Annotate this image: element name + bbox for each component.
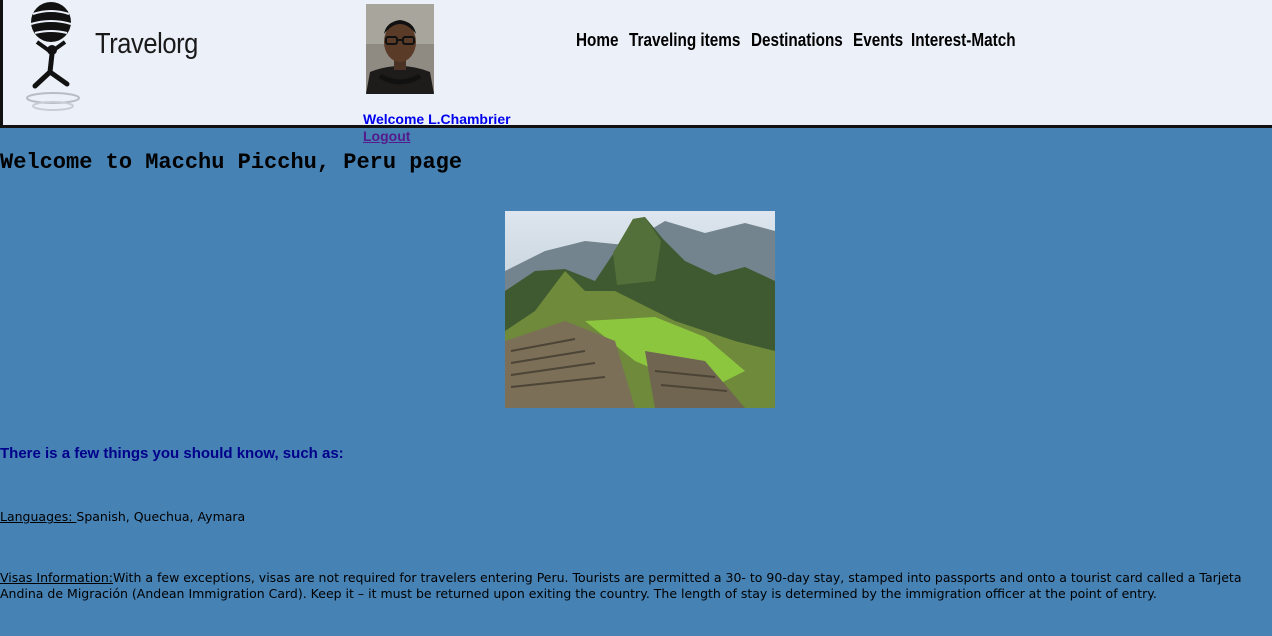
visas-label: Visas Information: — [0, 570, 113, 585]
info-subheading: There is a few things you should know, s… — [0, 445, 344, 462]
user-avatar[interactable] — [366, 4, 434, 94]
visas-text: With a few exceptions, visas are not req… — [0, 570, 1242, 601]
machu-picchu-photo — [505, 211, 775, 408]
nav-destinations[interactable]: Destinations — [751, 30, 843, 51]
nav-traveling-items[interactable]: Traveling items — [629, 30, 740, 51]
nav-interest-match[interactable]: Interest-Match — [911, 30, 1016, 51]
languages-text: Spanish, Quechua, Aymara — [76, 509, 246, 524]
site-logo-text[interactable]: Travelorg — [95, 28, 198, 61]
atlas-globe-icon[interactable] — [19, 0, 89, 118]
main-nav: Home Traveling items Destinations Events… — [576, 30, 1016, 51]
site-header: Travelorg Home Traveling items Destinati… — [0, 0, 1272, 128]
languages-label: Languages: — [0, 509, 77, 524]
nav-home[interactable]: Home — [576, 30, 619, 51]
logout-link[interactable]: Logout — [363, 128, 410, 144]
welcome-user-link[interactable]: Welcome L.Chambrier — [363, 111, 511, 127]
nav-events[interactable]: Events — [853, 30, 903, 51]
languages-info: Languages: Spanish, Quechua, Aymara — [0, 509, 245, 525]
page-title: Welcome to Macchu Picchu, Peru page — [0, 150, 463, 175]
visas-info: Visas Information:With a few exceptions,… — [0, 570, 1262, 602]
